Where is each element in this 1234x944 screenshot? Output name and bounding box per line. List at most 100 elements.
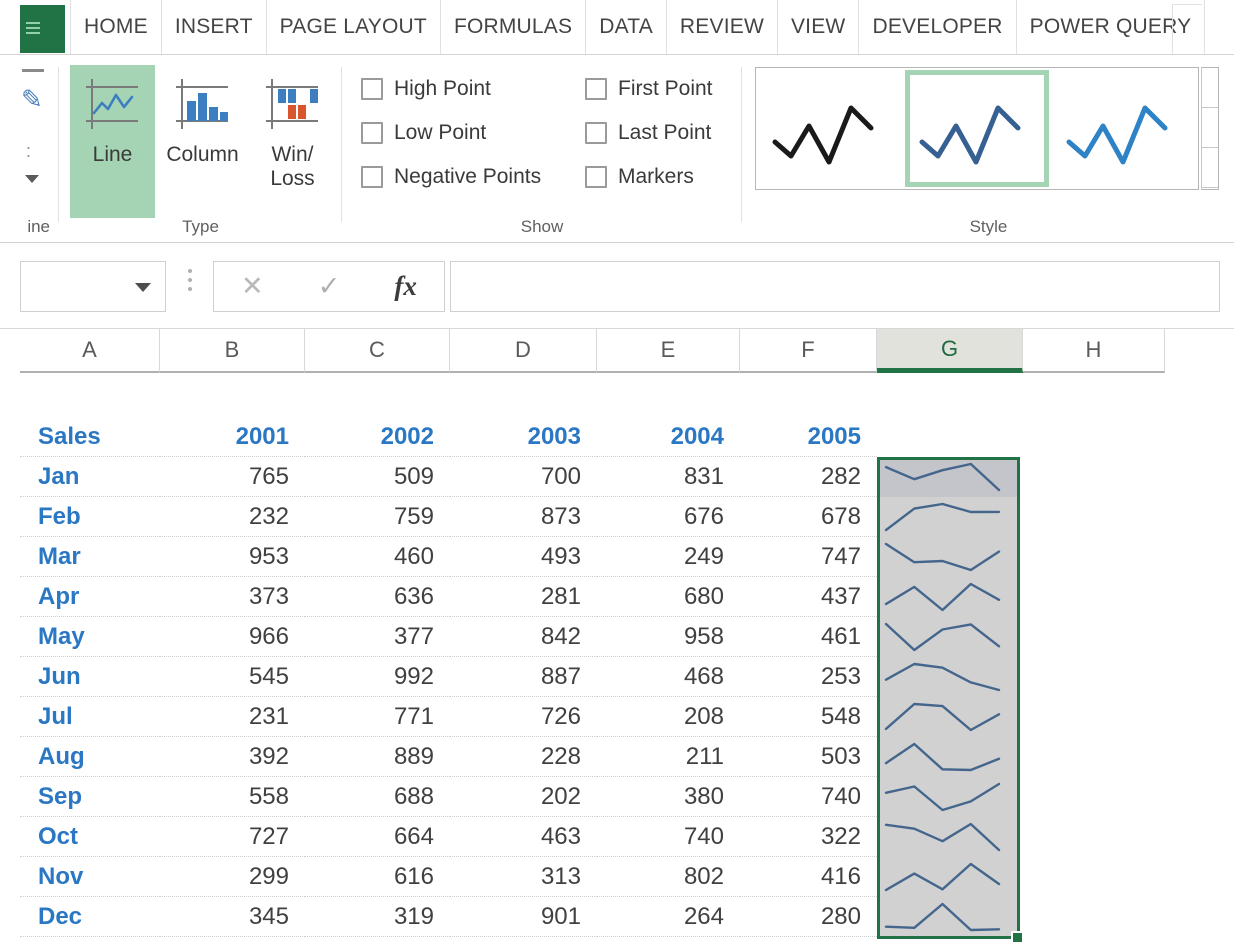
cell-value[interactable]: 509: [305, 457, 450, 497]
cell-value[interactable]: 249: [597, 537, 740, 577]
insert-function-icon[interactable]: fx: [367, 271, 444, 302]
gallery-scroll-buttons[interactable]: [1201, 67, 1219, 190]
cell-value[interactable]: 416: [740, 857, 877, 897]
sparkline-type-column-button[interactable]: Column: [160, 65, 245, 218]
sparkline-type-winloss-button[interactable]: Win/ Loss: [250, 65, 335, 218]
ribbon-tab-page-layout[interactable]: PAGE LAYOUT: [267, 0, 441, 54]
cell-value[interactable]: 700: [450, 457, 597, 497]
cell-value[interactable]: 202: [450, 777, 597, 817]
cell-value[interactable]: 958: [597, 617, 740, 657]
cell-value[interactable]: 461: [740, 617, 877, 657]
column-header-H[interactable]: H: [1023, 329, 1165, 373]
column-header-G[interactable]: G: [877, 329, 1023, 373]
ribbon-tab-insert[interactable]: INSERT: [162, 0, 267, 54]
checkbox-negative-points[interactable]: Negative Points: [361, 165, 541, 189]
formula-bar-grip[interactable]: [188, 269, 192, 296]
table-header-cell-Sales[interactable]: Sales: [20, 417, 160, 457]
cell-value[interactable]: 765: [160, 457, 305, 497]
close-icon[interactable]: ✕: [214, 271, 291, 302]
sparkline-style-gallery[interactable]: [755, 67, 1199, 190]
cell-value[interactable]: 313: [450, 857, 597, 897]
cell-value[interactable]: 319: [305, 897, 450, 937]
cell-value[interactable]: 463: [450, 817, 597, 857]
cell-value[interactable]: 280: [740, 897, 877, 937]
ribbon-tab-data[interactable]: DATA: [586, 0, 667, 54]
cell-value[interactable]: 747: [740, 537, 877, 577]
cell-value[interactable]: 545: [160, 657, 305, 697]
cell-value[interactable]: 873: [450, 497, 597, 537]
cell-value[interactable]: 759: [305, 497, 450, 537]
row-label-Feb[interactable]: Feb: [20, 497, 160, 537]
gallery-scroll-down-button[interactable]: [1202, 108, 1218, 148]
column-header-F[interactable]: F: [740, 329, 877, 373]
cell-value[interactable]: 380: [597, 777, 740, 817]
row-label-Jan[interactable]: Jan: [20, 457, 160, 497]
cell-value[interactable]: 740: [597, 817, 740, 857]
cell-value[interactable]: 493: [450, 537, 597, 577]
cell-value[interactable]: 373: [160, 577, 305, 617]
chevron-down-icon[interactable]: [135, 283, 151, 292]
cell-value[interactable]: 889: [305, 737, 450, 777]
cell-value[interactable]: 211: [597, 737, 740, 777]
cell-value[interactable]: 503: [740, 737, 877, 777]
row-label-Nov[interactable]: Nov: [20, 857, 160, 897]
row-label-Jul[interactable]: Jul: [20, 697, 160, 737]
cell-value[interactable]: 392: [160, 737, 305, 777]
cell-value[interactable]: 299: [160, 857, 305, 897]
check-icon[interactable]: ✓: [291, 271, 368, 302]
row-label-Oct[interactable]: Oct: [20, 817, 160, 857]
sparkline-style-black[interactable]: [756, 68, 903, 189]
cell-value[interactable]: 901: [450, 897, 597, 937]
column-header-C[interactable]: C: [305, 329, 450, 373]
ribbon-tab-developer[interactable]: DEVELOPER: [859, 0, 1017, 54]
checkbox-high-point[interactable]: High Point: [361, 77, 491, 101]
column-header-D[interactable]: D: [450, 329, 597, 373]
table-header-cell-2005[interactable]: 2005: [740, 417, 877, 457]
column-header-E[interactable]: E: [597, 329, 740, 373]
dash-icon[interactable]: [22, 69, 44, 72]
name-box[interactable]: [20, 261, 166, 312]
cell-value[interactable]: 558: [160, 777, 305, 817]
row-label-Sep[interactable]: Sep: [20, 777, 160, 817]
gallery-more-button[interactable]: [1202, 148, 1218, 188]
cell-value[interactable]: 345: [160, 897, 305, 937]
cell-value[interactable]: 468: [597, 657, 740, 697]
file-tab-button[interactable]: [20, 5, 65, 53]
cell-value[interactable]: 282: [740, 457, 877, 497]
ribbon-tab-formulas[interactable]: FORMULAS: [441, 0, 587, 54]
cell-value[interactable]: 676: [597, 497, 740, 537]
checkbox-last-point[interactable]: Last Point: [585, 121, 711, 145]
cell-value[interactable]: 548: [740, 697, 877, 737]
cell-value[interactable]: 771: [305, 697, 450, 737]
cell-value[interactable]: 953: [160, 537, 305, 577]
column-header-A[interactable]: A: [20, 329, 160, 373]
cell-value[interactable]: 688: [305, 777, 450, 817]
cell-value[interactable]: 842: [450, 617, 597, 657]
cell-value[interactable]: 322: [740, 817, 877, 857]
cell-value[interactable]: 232: [160, 497, 305, 537]
cell-value[interactable]: 802: [597, 857, 740, 897]
cell-value[interactable]: 887: [450, 657, 597, 697]
cell-value[interactable]: 208: [597, 697, 740, 737]
gallery-scroll-up-button[interactable]: [1202, 68, 1218, 108]
sparkline-color-icon[interactable]: ✎: [21, 85, 47, 113]
cell-value[interactable]: 636: [305, 577, 450, 617]
cell-value[interactable]: 740: [740, 777, 877, 817]
cell-value[interactable]: 680: [597, 577, 740, 617]
row-label-May[interactable]: May: [20, 617, 160, 657]
cell-value[interactable]: 616: [305, 857, 450, 897]
row-label-Apr[interactable]: Apr: [20, 577, 160, 617]
table-header-cell-2001[interactable]: 2001: [160, 417, 305, 457]
formula-input[interactable]: [450, 261, 1220, 312]
row-label-Jun[interactable]: Jun: [20, 657, 160, 697]
column-header-B[interactable]: B: [160, 329, 305, 373]
cell-value[interactable]: 726: [450, 697, 597, 737]
cell-value[interactable]: 992: [305, 657, 450, 697]
cell-value[interactable]: 727: [160, 817, 305, 857]
cell-value[interactable]: 228: [450, 737, 597, 777]
dropdown-caret-icon[interactable]: [25, 175, 39, 183]
sparkline-type-line-button[interactable]: Line: [70, 65, 155, 218]
cell-value[interactable]: 678: [740, 497, 877, 537]
table-header-cell-2004[interactable]: 2004: [597, 417, 740, 457]
row-label-Mar[interactable]: Mar: [20, 537, 160, 577]
